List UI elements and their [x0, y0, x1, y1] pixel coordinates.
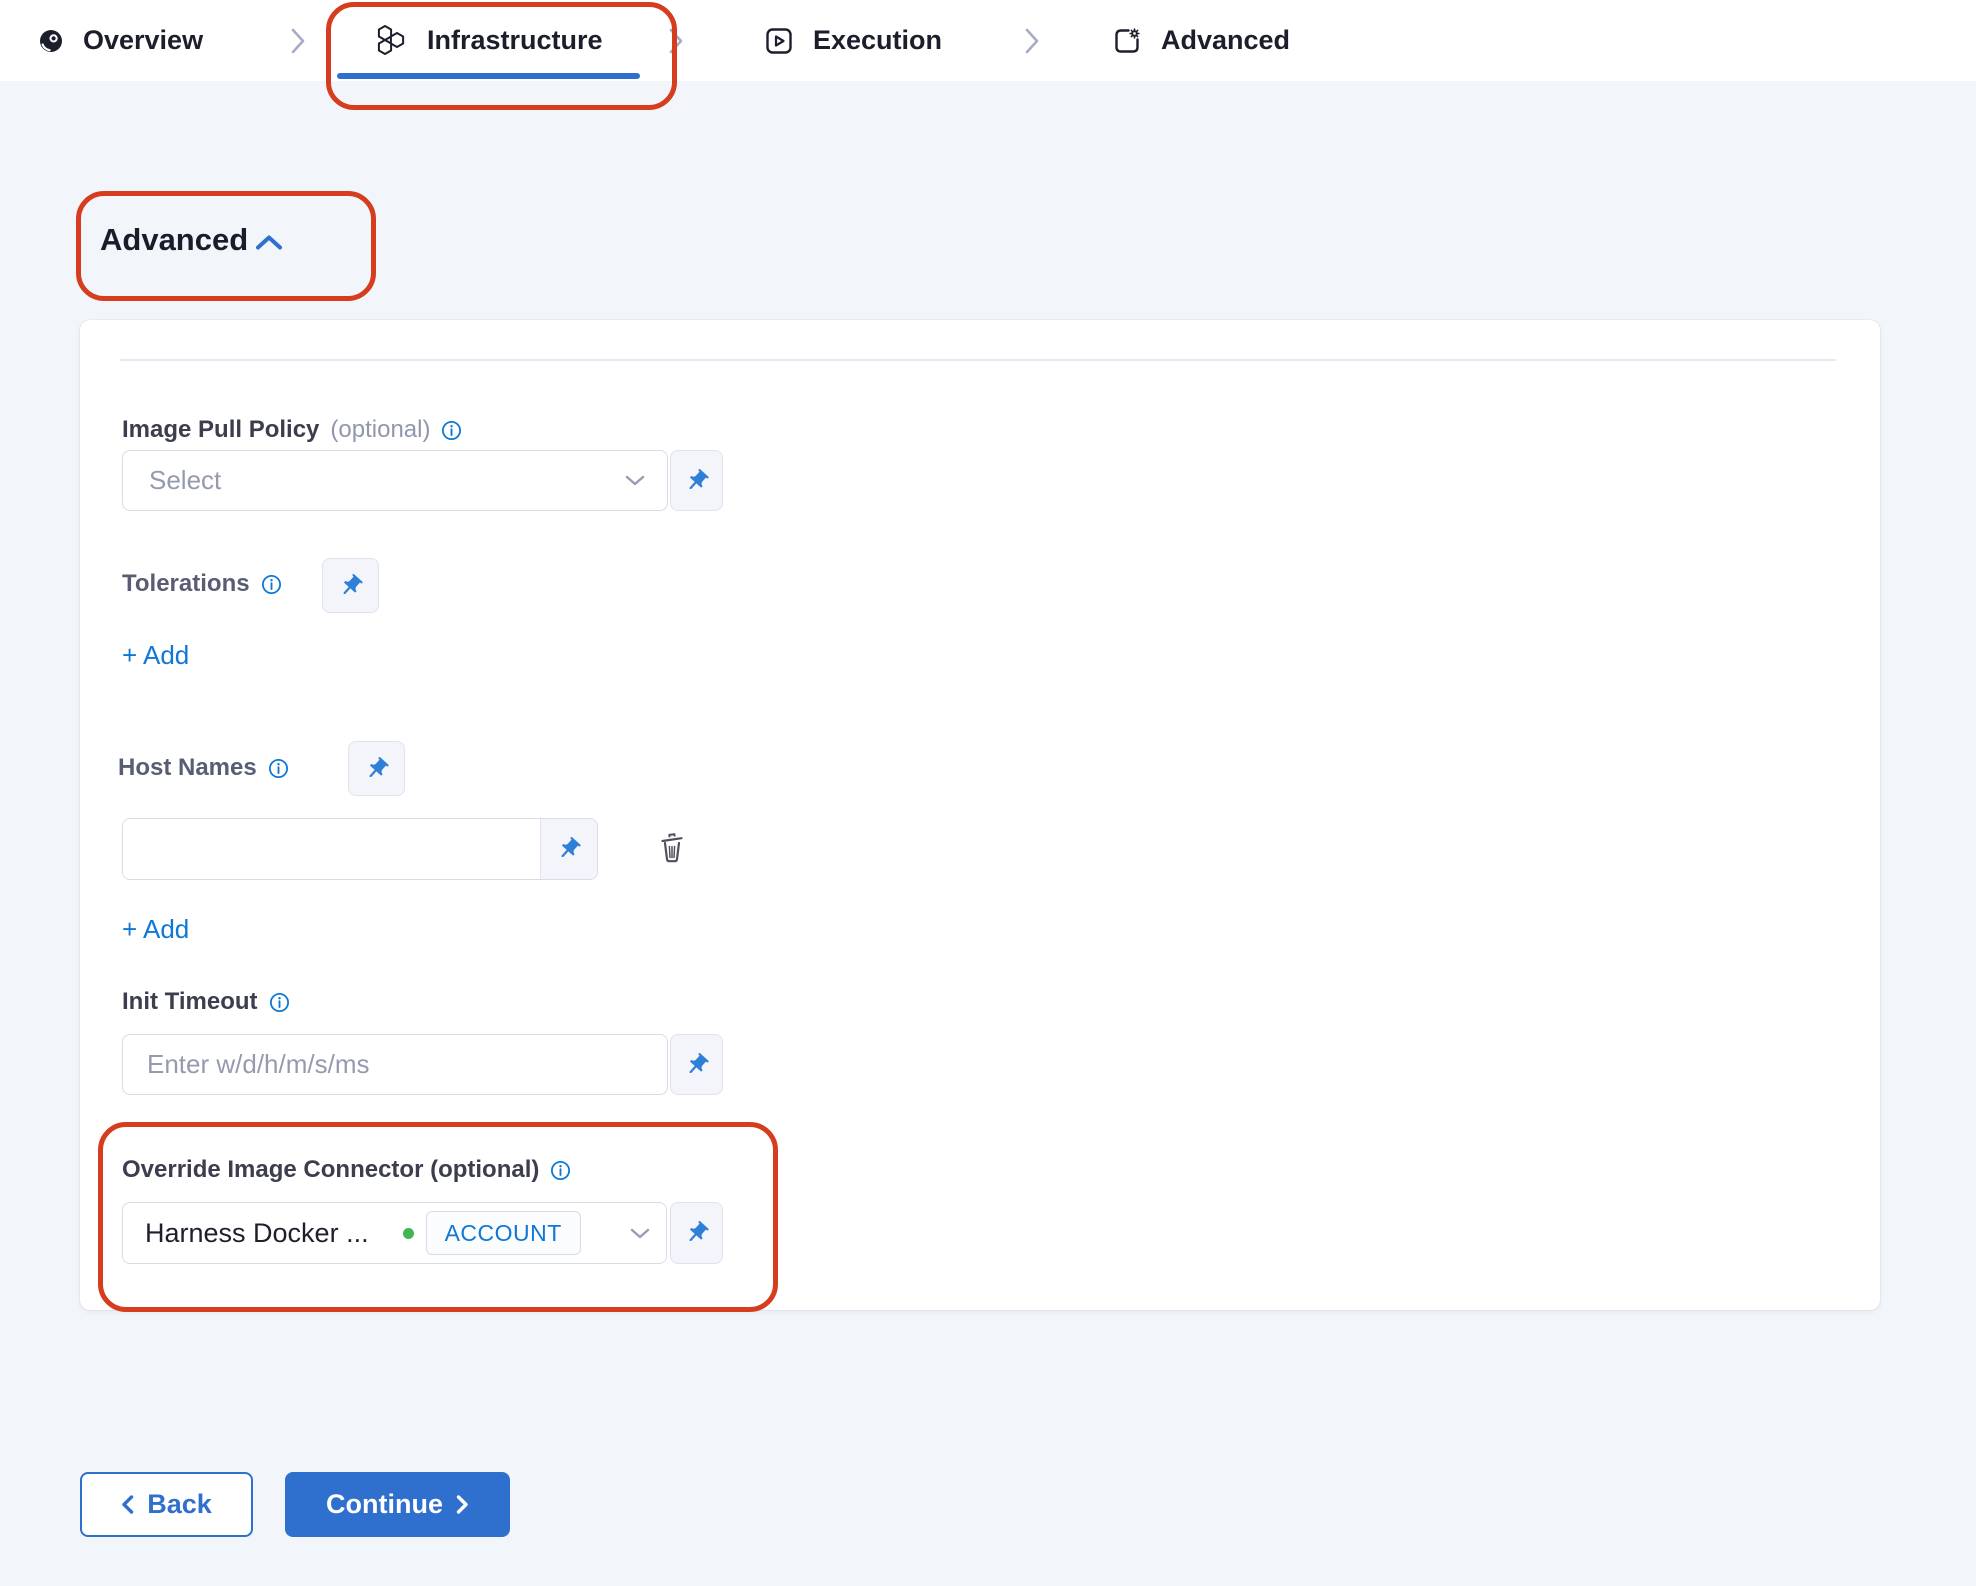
pin-icon	[684, 468, 710, 494]
info-icon[interactable]	[268, 758, 289, 779]
host-names-label: Host Names	[118, 754, 289, 782]
connector-status-dot	[403, 1228, 414, 1239]
host-names-label-text: Host Names	[118, 754, 257, 782]
host-names-input-pin-button[interactable]	[540, 819, 597, 879]
info-icon[interactable]	[441, 420, 462, 441]
init-timeout-label-text: Init Timeout	[122, 988, 258, 1016]
tab-execution-label: Execution	[813, 25, 942, 56]
chevron-down-icon	[625, 475, 645, 486]
host-names-pin-button[interactable]	[348, 741, 405, 796]
chevron-up-icon[interactable]	[255, 234, 283, 251]
info-icon[interactable]	[269, 992, 290, 1013]
image-pull-policy-pin-button[interactable]	[670, 450, 723, 511]
advanced-gear-icon	[1112, 26, 1142, 56]
tolerations-label-text: Tolerations	[122, 570, 250, 598]
host-names-add-link[interactable]: + Add	[122, 914, 189, 945]
connector-name: Harness Docker ...	[145, 1218, 369, 1249]
image-pull-policy-label-text: Image Pull Policy	[122, 416, 319, 444]
continue-button-label: Continue	[326, 1489, 443, 1520]
tab-overview-label: Overview	[83, 25, 203, 56]
info-icon[interactable]	[261, 574, 282, 595]
override-image-connector-label: Override Image Connector (optional)	[122, 1156, 571, 1184]
tab-overview[interactable]: Overview	[38, 0, 203, 81]
advanced-section-heading[interactable]: Advanced	[100, 222, 283, 258]
tab-advanced-label: Advanced	[1161, 25, 1290, 56]
stage-tabs-bar: Overview Infrastructure Execution	[0, 0, 1976, 81]
advanced-section-title: Advanced	[100, 222, 248, 258]
back-button-label: Back	[147, 1489, 212, 1520]
override-image-connector-field[interactable]: Harness Docker ... ACCOUNT	[122, 1202, 667, 1264]
image-pull-policy-label: Image Pull Policy (optional)	[122, 416, 462, 444]
tolerations-pin-button[interactable]	[322, 558, 379, 613]
tolerations-add-link[interactable]: + Add	[122, 640, 189, 671]
chevron-right-icon	[668, 0, 684, 81]
tab-execution[interactable]: Execution	[764, 0, 942, 81]
tolerations-label: Tolerations	[122, 570, 282, 598]
pin-icon	[556, 836, 582, 862]
card-divider	[120, 359, 1836, 361]
advanced-settings-card: Image Pull Policy (optional) Select Tole…	[80, 320, 1880, 1310]
host-names-input[interactable]	[123, 819, 540, 879]
tab-infrastructure-label: Infrastructure	[427, 25, 603, 56]
pin-icon	[338, 573, 364, 599]
execution-icon	[764, 26, 794, 56]
pin-icon	[684, 1220, 710, 1246]
image-pull-policy-optional: (optional)	[330, 416, 430, 444]
back-button[interactable]: Back	[80, 1472, 253, 1537]
init-timeout-input[interactable]	[122, 1034, 668, 1095]
chevron-right-icon	[1024, 0, 1040, 81]
chevron-left-icon	[121, 1494, 134, 1515]
override-image-connector-label-text: Override Image Connector (optional)	[122, 1156, 539, 1184]
host-names-delete-button[interactable]	[656, 830, 688, 866]
trash-icon	[656, 830, 688, 866]
chevron-down-icon	[630, 1228, 650, 1239]
overview-icon	[38, 28, 64, 54]
init-timeout-pin-button[interactable]	[670, 1034, 723, 1095]
pin-icon	[684, 1052, 710, 1078]
pipeline-stage-config-page: { "colors": { "accent_blue": "#0f78d5", …	[0, 0, 1976, 1586]
chevron-right-icon	[456, 1494, 469, 1515]
active-tab-underline	[337, 73, 640, 79]
image-pull-policy-select[interactable]: Select	[122, 450, 668, 511]
pin-icon	[364, 756, 390, 782]
continue-button[interactable]: Continue	[285, 1472, 510, 1537]
init-timeout-label: Init Timeout	[122, 988, 290, 1016]
tab-infrastructure[interactable]: Infrastructure	[374, 0, 603, 81]
host-names-input-group	[122, 818, 598, 880]
infrastructure-icon	[374, 24, 408, 57]
tab-advanced[interactable]: Advanced	[1112, 0, 1290, 81]
connector-scope-badge: ACCOUNT	[426, 1211, 581, 1255]
chevron-right-icon	[290, 0, 306, 81]
info-icon[interactable]	[550, 1160, 571, 1181]
override-image-connector-pin-button[interactable]	[670, 1202, 723, 1264]
image-pull-policy-placeholder: Select	[149, 465, 625, 496]
